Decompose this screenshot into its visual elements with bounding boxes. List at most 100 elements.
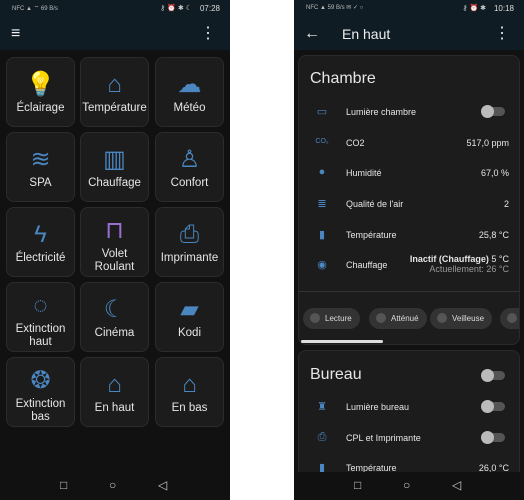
bureau-toggle[interactable] <box>481 369 505 382</box>
entity-value: 2 <box>503 199 509 209</box>
printer-network-icon: ⎙ <box>317 431 327 443</box>
page-title: En haut <box>342 26 391 42</box>
tile-label: Température <box>82 102 147 114</box>
home-button[interactable]: ○ <box>109 478 116 492</box>
entity-row[interactable]: ▮ Température 25,8 °C <box>299 222 519 248</box>
app-bar: ← En haut ⋮ <box>294 18 524 50</box>
tile-label: Électricité <box>15 252 66 264</box>
entity-value: 67,0 % <box>480 168 509 178</box>
desk-chair-icon: ♜ <box>317 401 327 413</box>
entity-row[interactable]: ◉ Chauffage Inactif (Chauffage) 5 °C Actuel… <box>299 252 519 278</box>
movie-clapper-icon: ▰ <box>180 296 199 323</box>
printer-network-icon: ⎙ <box>179 221 200 248</box>
more-vert-icon[interactable]: ⋮ <box>494 24 510 44</box>
card-title: Chambre <box>310 70 376 87</box>
entity-row[interactable]: ≣ Qualité de l'air 2 <box>299 191 519 217</box>
entity-label: Humidité <box>346 168 382 178</box>
pool-icon: ≋ <box>30 146 51 173</box>
tile-en-bas[interactable]: ⌂ En bas <box>155 357 224 427</box>
lightbulb-night-icon: ☾ <box>103 296 126 323</box>
back-button[interactable]: ◁ <box>452 478 461 492</box>
home-floor-down-icon: ⌂ <box>182 371 197 398</box>
home-floor-up-icon: ⌂ <box>107 371 122 398</box>
tile-chauffage[interactable]: ▥ Chauffage <box>80 132 149 202</box>
back-button[interactable]: ◁ <box>158 478 167 492</box>
entity-label: Lumière chambre <box>346 107 417 117</box>
bureau-card: Bureau ♜ Lumière bureau ⎙ CPL et Imprimante… <box>298 350 520 490</box>
chip-icon <box>376 313 386 323</box>
entity-toggle[interactable] <box>481 431 505 444</box>
tile-météo[interactable]: ☁ Météo <box>155 57 224 127</box>
entity-row[interactable]: ▭ Lumière chambre <box>299 99 519 125</box>
more-vert-icon[interactable]: ⋮ <box>200 24 216 44</box>
recents-button[interactable]: □ <box>354 478 361 492</box>
android-nav-bar: □ ○ ◁ <box>0 472 230 500</box>
co2-icon: CO₂ <box>315 138 329 145</box>
window-shutter-icon: ⊓ <box>105 217 124 244</box>
entity-label: Qualité de l'air <box>346 199 404 209</box>
home-button[interactable]: ○ <box>403 478 410 492</box>
hamburger-icon[interactable]: ≡ <box>11 24 20 44</box>
status-time: 10:18 <box>493 4 514 13</box>
tile-éclairage[interactable]: 💡 Éclairage <box>6 57 75 127</box>
entity-row[interactable]: ● Humidité 67,0 % <box>299 160 519 186</box>
lightbulb-group-off-icon: ❂ <box>30 367 51 394</box>
android-nav-bar: □ ○ ◁ <box>294 472 524 500</box>
thermometer-icon: ▮ <box>318 229 326 241</box>
lightbulb-group-icon: 💡 <box>25 71 56 98</box>
right-phone-screen: NFC ▲ 59 B/s ✉ ✓ ○ ⚷ ⏰ ✱ 10:18 ← En haut… <box>294 0 524 500</box>
weather-partly-cloudy-icon: ☁ <box>177 71 202 98</box>
back-arrow-icon[interactable]: ← <box>304 24 320 44</box>
entity-toggle[interactable] <box>481 400 505 413</box>
tile-confort[interactable]: ♙ Confort <box>155 132 224 202</box>
tile-label: Extinction bas <box>15 398 66 423</box>
tile-label: En bas <box>171 402 208 414</box>
tile-kodi[interactable]: ▰ Kodi <box>155 282 224 352</box>
entity-row[interactable]: CO₂ CO2 517,0 ppm <box>299 130 519 156</box>
home-thermometer-icon: ⌂ <box>107 71 122 98</box>
tile-cinéma[interactable]: ☾ Cinéma <box>80 282 149 352</box>
air-filter-icon: ≣ <box>317 198 327 210</box>
entity-label: CPL et Imprimante <box>346 433 421 443</box>
status-bar: NFC ▲ 59 B/s ✉ ✓ ○ ⚷ ⏰ ✱ 10:18 <box>294 0 524 18</box>
tile-imprimante[interactable]: ⎙ Imprimante <box>155 207 224 277</box>
entity-value: 25,8 °C <box>478 230 509 240</box>
status-bar: NFC ▲ ⌔ 69 B/s ⚷ ⏰ ✱ ☾ 07:28 <box>0 0 230 18</box>
scene-chip[interactable]: Atténué <box>369 308 427 329</box>
tile-température[interactable]: ⌂ Température <box>80 57 149 127</box>
tile-label: SPA <box>29 177 52 189</box>
app-bar: ≡ ⋮ <box>0 18 230 50</box>
tile-spa[interactable]: ≋ SPA <box>6 132 75 202</box>
tile-label: Météo <box>173 102 206 114</box>
tile-label: Extinction haut <box>15 323 66 348</box>
tile-volet-roulant[interactable]: ⊓ Volet Roulant <box>80 207 149 277</box>
entity-value: 517,0 ppm <box>466 138 509 148</box>
human-thermometer-icon: ♙ <box>178 146 201 173</box>
entity-label: Chauffage <box>346 260 388 270</box>
entity-state: Inactif (Chauffage) 5 °C Actuellement: 26… <box>409 254 509 274</box>
entity-row[interactable]: ♜ Lumière bureau <box>299 394 519 420</box>
tile-électricité[interactable]: ϟ Électricité <box>6 207 75 277</box>
tile-label: Kodi <box>177 327 202 339</box>
tile-extinction-haut[interactable]: ◌ Extinction haut <box>6 282 75 352</box>
tile-en-haut[interactable]: ⌂ En haut <box>80 357 149 427</box>
divider <box>299 291 519 292</box>
entity-row[interactable]: ⎙ CPL et Imprimante <box>299 425 519 451</box>
horizontal-scrollbar[interactable] <box>301 340 383 343</box>
status-icons: ⚷ ⏰ ✱ ☾ <box>160 5 192 12</box>
tile-label: Imprimante <box>160 252 219 264</box>
scene-chip[interactable]: A <box>500 308 519 329</box>
recents-button[interactable]: □ <box>60 478 67 492</box>
scene-chip[interactable]: Veilleuse <box>430 308 493 329</box>
tile-label: Cinéma <box>94 327 135 339</box>
scene-chip[interactable]: Lecture <box>303 308 360 329</box>
entity-label: Température <box>346 230 397 240</box>
tile-label: Volet Roulant <box>94 248 135 273</box>
tile-extinction-bas[interactable]: ❂ Extinction bas <box>6 357 75 427</box>
lightbulb-off-icon: ◌ <box>33 292 48 319</box>
card-title: Bureau <box>310 366 362 383</box>
entity-toggle[interactable] <box>481 105 505 118</box>
tile-label: En haut <box>94 402 135 414</box>
radiator-icon: ▥ <box>103 146 126 173</box>
status-icons: ⚷ ⏰ ✱ <box>462 5 486 12</box>
